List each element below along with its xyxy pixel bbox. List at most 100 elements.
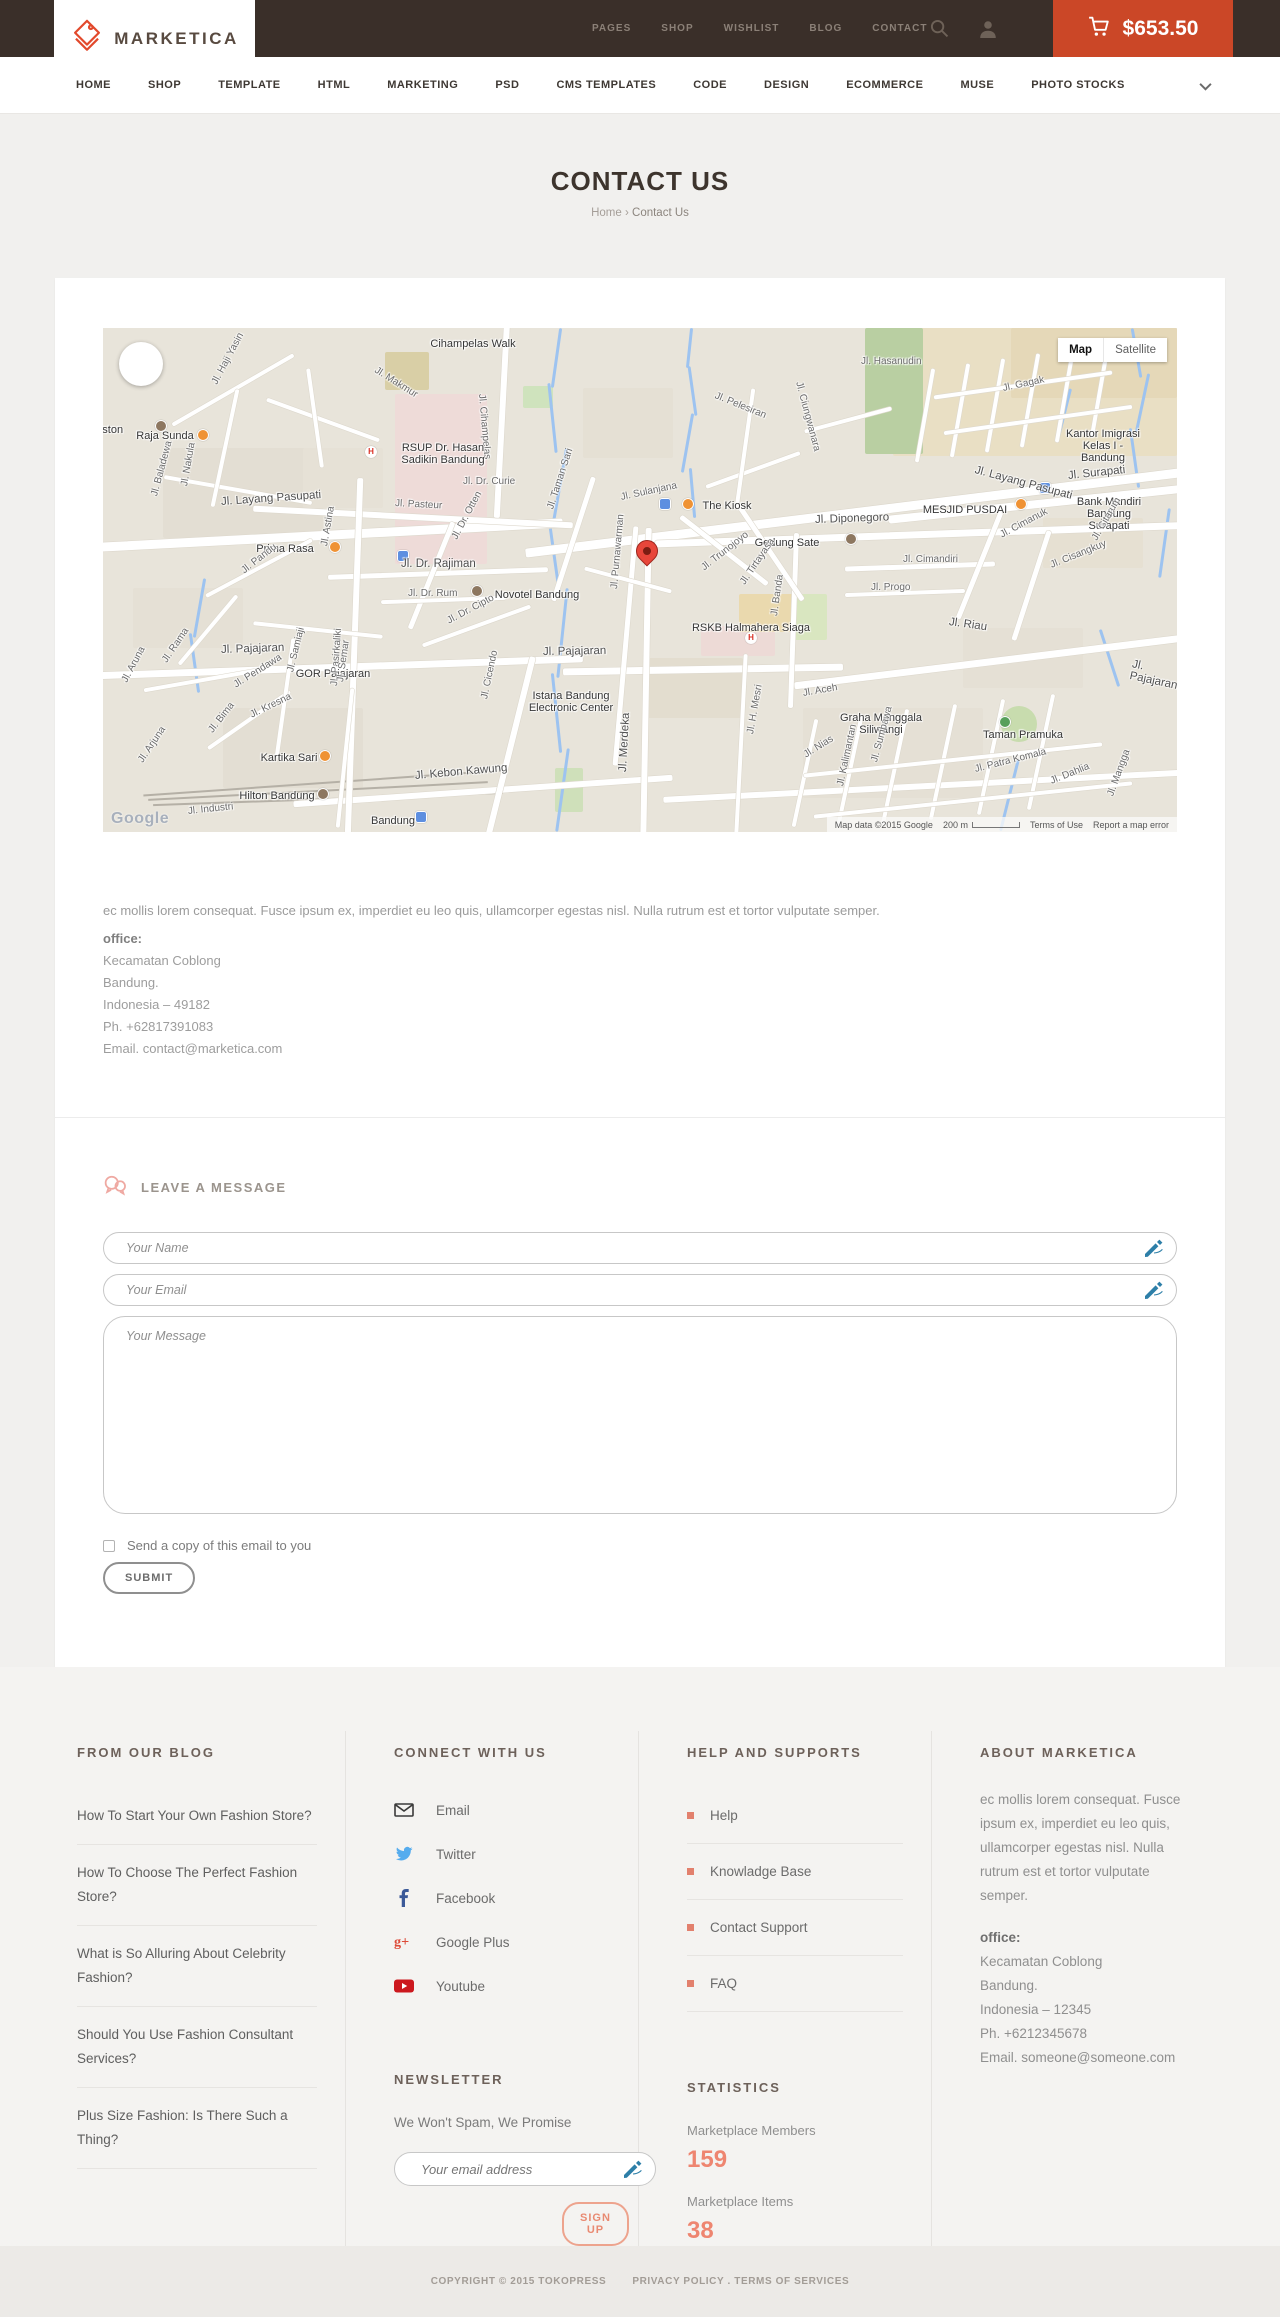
footer: FROM OUR BLOG How To Start Your Own Fash…: [0, 1667, 1280, 2286]
river-line: [556, 588, 569, 678]
river-line: [688, 467, 697, 519]
brand-name: MARKETICA: [114, 29, 239, 48]
message-textarea[interactable]: [103, 1316, 1177, 1514]
map-street-label: Jl. Dr. Rajiman: [401, 558, 476, 570]
header-nav-item[interactable]: CONTACT: [872, 23, 927, 34]
map-place-label: RSKB Halmahera Siaga: [691, 622, 811, 634]
social-link[interactable]: Twitter: [394, 1832, 610, 1876]
header-nav-item[interactable]: PAGES: [592, 23, 631, 34]
map-poi-train-icon: [415, 811, 427, 823]
send-copy-label: Send a copy of this email to you: [127, 1538, 312, 1553]
email-input[interactable]: [103, 1274, 1177, 1306]
submit-button[interactable]: SUBMIT: [103, 1562, 196, 1594]
page-title: CONTACT US: [550, 166, 730, 196]
map-street-label: Jl. Pasteur: [394, 498, 443, 512]
map-poi-hosp-icon: H: [365, 446, 377, 458]
map-poi-hotel-icon: [471, 585, 483, 597]
map-street-label: Jl. Ciungwanara: [793, 380, 823, 453]
pan-left-icon[interactable]: [125, 359, 135, 369]
map-place-label: RSUP Dr. Hasan Sadikin Bandung: [401, 442, 485, 466]
signup-button[interactable]: SIGN UP: [562, 2202, 629, 2246]
cart-total: $653.50: [1122, 16, 1199, 40]
map-street-label: Jl. Dr. Curie: [463, 476, 516, 487]
office-line: Ph. +6212345678: [980, 2026, 1087, 2041]
help-link[interactable]: Knowladge Base: [687, 1844, 903, 1900]
send-copy-checkbox[interactable]: [103, 1539, 115, 1552]
help-link[interactable]: FAQ: [687, 1956, 903, 2012]
terms-of-use-link[interactable]: Terms of Use: [1030, 820, 1083, 830]
newsletter-heading: NEWSLETTER: [394, 2072, 504, 2087]
map-poi-food-icon: [682, 498, 694, 510]
header-nav-item[interactable]: SHOP: [661, 23, 693, 34]
blog-post-link[interactable]: Plus Size Fashion: Is There Such a Thing…: [77, 2088, 317, 2169]
pan-up-icon[interactable]: [136, 348, 146, 358]
map-street-label: Jl. Kebon Kawung: [414, 761, 508, 782]
statistic-label: Marketplace Members: [687, 2123, 816, 2138]
blog-post-link[interactable]: Should You Use Fashion Consultant Servic…: [77, 2007, 317, 2088]
map-street-label: Jl. Pelesiran: [713, 390, 768, 422]
map-place-label: Aston: [103, 424, 124, 436]
help-link[interactable]: Help: [687, 1788, 903, 1844]
map-street-label: Jl. Cimandiri: [903, 554, 959, 565]
privacy-policy-link[interactable]: PRIVACY POLICY: [632, 2276, 724, 2287]
social-link[interactable]: Facebook: [394, 1876, 610, 1920]
category-nav-item[interactable]: PSD: [495, 79, 519, 91]
map-place-label: Kartika Sari: [260, 752, 318, 764]
category-nav-item[interactable]: HOME: [76, 79, 111, 91]
newsletter-email-input[interactable]: [394, 2152, 656, 2186]
statistic-value: 159: [687, 2146, 728, 2173]
map-poi-park-icon: [999, 716, 1011, 728]
pan-down-icon[interactable]: [136, 370, 146, 380]
office-line: Email. contact@marketica.com: [103, 1041, 283, 1056]
map-street-label: Jl. Diponegoro: [814, 511, 890, 526]
logo[interactable]: MARKETICA: [54, 0, 255, 78]
social-label: Facebook: [436, 1890, 496, 1906]
breadcrumb: Home › Contact Us: [0, 207, 1280, 219]
google-map[interactable]: Map Satellite Google Map data ©2015 Goog…: [103, 328, 1177, 832]
account-icon[interactable]: [979, 20, 997, 38]
category-nav-item[interactable]: TEMPLATE: [218, 79, 280, 91]
map-street-label: Jl. Cicendo: [479, 649, 501, 701]
pan-right-icon[interactable]: [147, 359, 157, 369]
category-nav-item[interactable]: SHOP: [148, 79, 181, 91]
map-street-label: Jl. Taman Sari: [545, 447, 576, 511]
category-nav-item[interactable]: MARKETING: [387, 79, 458, 91]
cart-button[interactable]: $653.50: [1053, 0, 1233, 57]
social-link[interactable]: Email: [394, 1788, 610, 1832]
category-nav-item[interactable]: HTML: [318, 79, 351, 91]
header-nav-item[interactable]: BLOG: [809, 23, 842, 34]
social-link[interactable]: Google Plus: [394, 1920, 610, 1964]
social-link[interactable]: Youtube: [394, 1964, 610, 2008]
blog-post-link[interactable]: How To Choose The Perfect Fashion Store?: [77, 1845, 317, 1926]
category-nav-item[interactable]: DESIGN: [764, 79, 809, 91]
breadcrumb-home[interactable]: Home: [591, 207, 622, 219]
statistic-item: Marketplace Items 38: [687, 2194, 903, 2245]
content-card: Map Satellite Google Map data ©2015 Goog…: [55, 278, 1225, 1667]
help-link[interactable]: Contact Support: [687, 1900, 903, 1956]
chat-bubbles-icon: [103, 1174, 127, 1201]
gplus-icon: [394, 1933, 414, 1951]
map-type-satellite-button[interactable]: Satellite: [1103, 338, 1167, 362]
header-nav-item[interactable]: WISHLIST: [724, 23, 780, 34]
category-nav-item[interactable]: CODE: [693, 79, 727, 91]
report-map-error-link[interactable]: Report a map error: [1093, 820, 1169, 830]
search-icon[interactable]: [930, 19, 949, 38]
name-input[interactable]: [103, 1232, 1177, 1264]
river-line: [680, 413, 695, 473]
office-label: office:: [980, 1930, 1021, 1945]
terms-of-services-link[interactable]: TERMS OF SERVICES: [734, 2276, 849, 2287]
pen-icon: [1145, 1239, 1163, 1257]
category-nav-item[interactable]: CMS TEMPLATES: [556, 79, 656, 91]
category-nav-item[interactable]: ECOMMERCE: [846, 79, 923, 91]
facebook-icon: [394, 1889, 414, 1907]
header-nav: PAGES SHOP WISHLIST BLOG CONTACT: [592, 0, 927, 57]
category-nav-item[interactable]: MUSE: [960, 79, 994, 91]
blog-post-link[interactable]: What is So Alluring About Celebrity Fash…: [77, 1926, 317, 2007]
category-nav-item[interactable]: PHOTO STOCKS: [1031, 79, 1125, 91]
chevron-down-icon[interactable]: [1199, 78, 1212, 96]
tag-icon: [70, 18, 104, 61]
map-type-map-button[interactable]: Map: [1058, 338, 1104, 362]
copyright-text: COPYRIGHT © 2015 TOKOPRESS: [430, 2276, 607, 2287]
map-pan-control[interactable]: [119, 342, 163, 386]
blog-post-link[interactable]: How To Start Your Own Fashion Store?: [77, 1788, 317, 1845]
